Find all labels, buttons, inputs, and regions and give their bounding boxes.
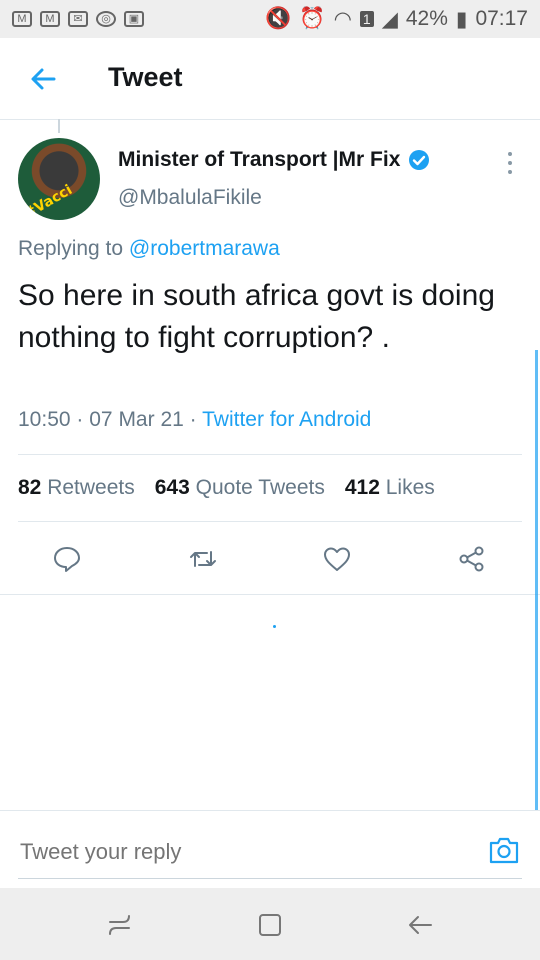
- likes-label: Likes: [385, 476, 435, 499]
- gmail-icon: M: [12, 11, 32, 27]
- battery-percent: 42%: [405, 7, 448, 30]
- divider-3: [0, 594, 540, 595]
- back-nav-icon[interactable]: [405, 910, 435, 940]
- quotes-count: 643: [154, 476, 190, 499]
- signal-icon: ◢: [381, 7, 398, 31]
- likes-count: 412: [344, 476, 380, 499]
- replying-prefix: Replying to: [18, 237, 124, 260]
- thread-connector: [58, 119, 60, 133]
- meta-separator-2: ·: [189, 408, 197, 431]
- author-name[interactable]: Minister of Transport |Mr Fix: [118, 148, 400, 172]
- tweet-meta: 10:50 · 07 Mar 21 · Twitter for Android: [18, 408, 371, 432]
- tweet-stats: 82 Retweets 643 Quote Tweets 412 Likes: [18, 476, 435, 500]
- home-nav-icon[interactable]: [255, 910, 285, 940]
- reply-icon[interactable]: [52, 544, 82, 574]
- recents-nav-icon[interactable]: [105, 910, 135, 940]
- back-arrow-icon[interactable]: [26, 62, 60, 96]
- reply-underline: [18, 878, 522, 879]
- divider: [18, 454, 522, 455]
- tweet-source-link[interactable]: Twitter for Android: [202, 408, 371, 431]
- email-icon: ✉: [68, 11, 88, 27]
- retweets-stat[interactable]: 82 Retweets: [18, 476, 135, 500]
- avatar-badge-text: #Vacci: [21, 181, 76, 220]
- notification-icons: M M ✉ ◎ ▣: [0, 11, 144, 27]
- gallery-icon: ▣: [124, 11, 144, 27]
- system-icons: 🔇 ⏰ ◠ 1 ◢ 42% ▮ 07:17: [265, 7, 540, 32]
- meta-separator: ·: [76, 408, 84, 431]
- alarm-icon: ⏰: [299, 7, 326, 30]
- camera-icon[interactable]: [487, 833, 521, 867]
- page-title: Tweet: [108, 62, 183, 92]
- wifi-icon: ◠: [333, 7, 352, 31]
- mute-icon: 🔇: [265, 7, 292, 30]
- scrollbar[interactable]: [535, 350, 538, 810]
- likes-stat[interactable]: 412 Likes: [345, 476, 435, 500]
- system-nav-bar: [0, 888, 540, 960]
- gmail-icon-2: M: [40, 11, 60, 27]
- reply-input[interactable]: [18, 838, 462, 866]
- author-handle[interactable]: @MbalulaFikile: [118, 186, 262, 210]
- tweet-text: So here in south africa govt is doing no…: [18, 279, 495, 354]
- loading-indicator: [273, 625, 276, 628]
- tweet-actions: [0, 540, 540, 580]
- divider-2: [18, 521, 522, 522]
- author-row: Minister of Transport |Mr Fix: [118, 148, 430, 172]
- retweet-icon[interactable]: [188, 544, 218, 574]
- top-bar: Tweet: [0, 38, 540, 120]
- quotes-label: Quote Tweets: [195, 476, 325, 499]
- sim-indicator: 1: [359, 11, 374, 27]
- share-icon[interactable]: [457, 544, 487, 574]
- more-icon[interactable]: [500, 150, 520, 176]
- retweets-label: Retweets: [47, 476, 135, 499]
- replying-mention-link[interactable]: @robertmarawa: [129, 237, 280, 260]
- reply-divider: [0, 810, 540, 811]
- sync-icon: ◎: [96, 11, 116, 27]
- replying-to: Replying to @robertmarawa: [18, 237, 280, 261]
- tweet-time: 10:50: [18, 408, 71, 431]
- tweet-date: 07 Mar 21: [89, 408, 184, 431]
- verified-icon: [409, 150, 430, 170]
- clock: 07:17: [475, 7, 528, 30]
- like-icon[interactable]: [322, 544, 352, 574]
- avatar[interactable]: #Vacci: [18, 138, 100, 220]
- retweets-count: 82: [18, 476, 42, 499]
- battery-icon: ▮: [455, 7, 468, 31]
- quotes-stat[interactable]: 643 Quote Tweets: [155, 476, 325, 500]
- status-bar: M M ✉ ◎ ▣ 🔇 ⏰ ◠ 1 ◢ 42% ▮ 07:17: [0, 0, 540, 38]
